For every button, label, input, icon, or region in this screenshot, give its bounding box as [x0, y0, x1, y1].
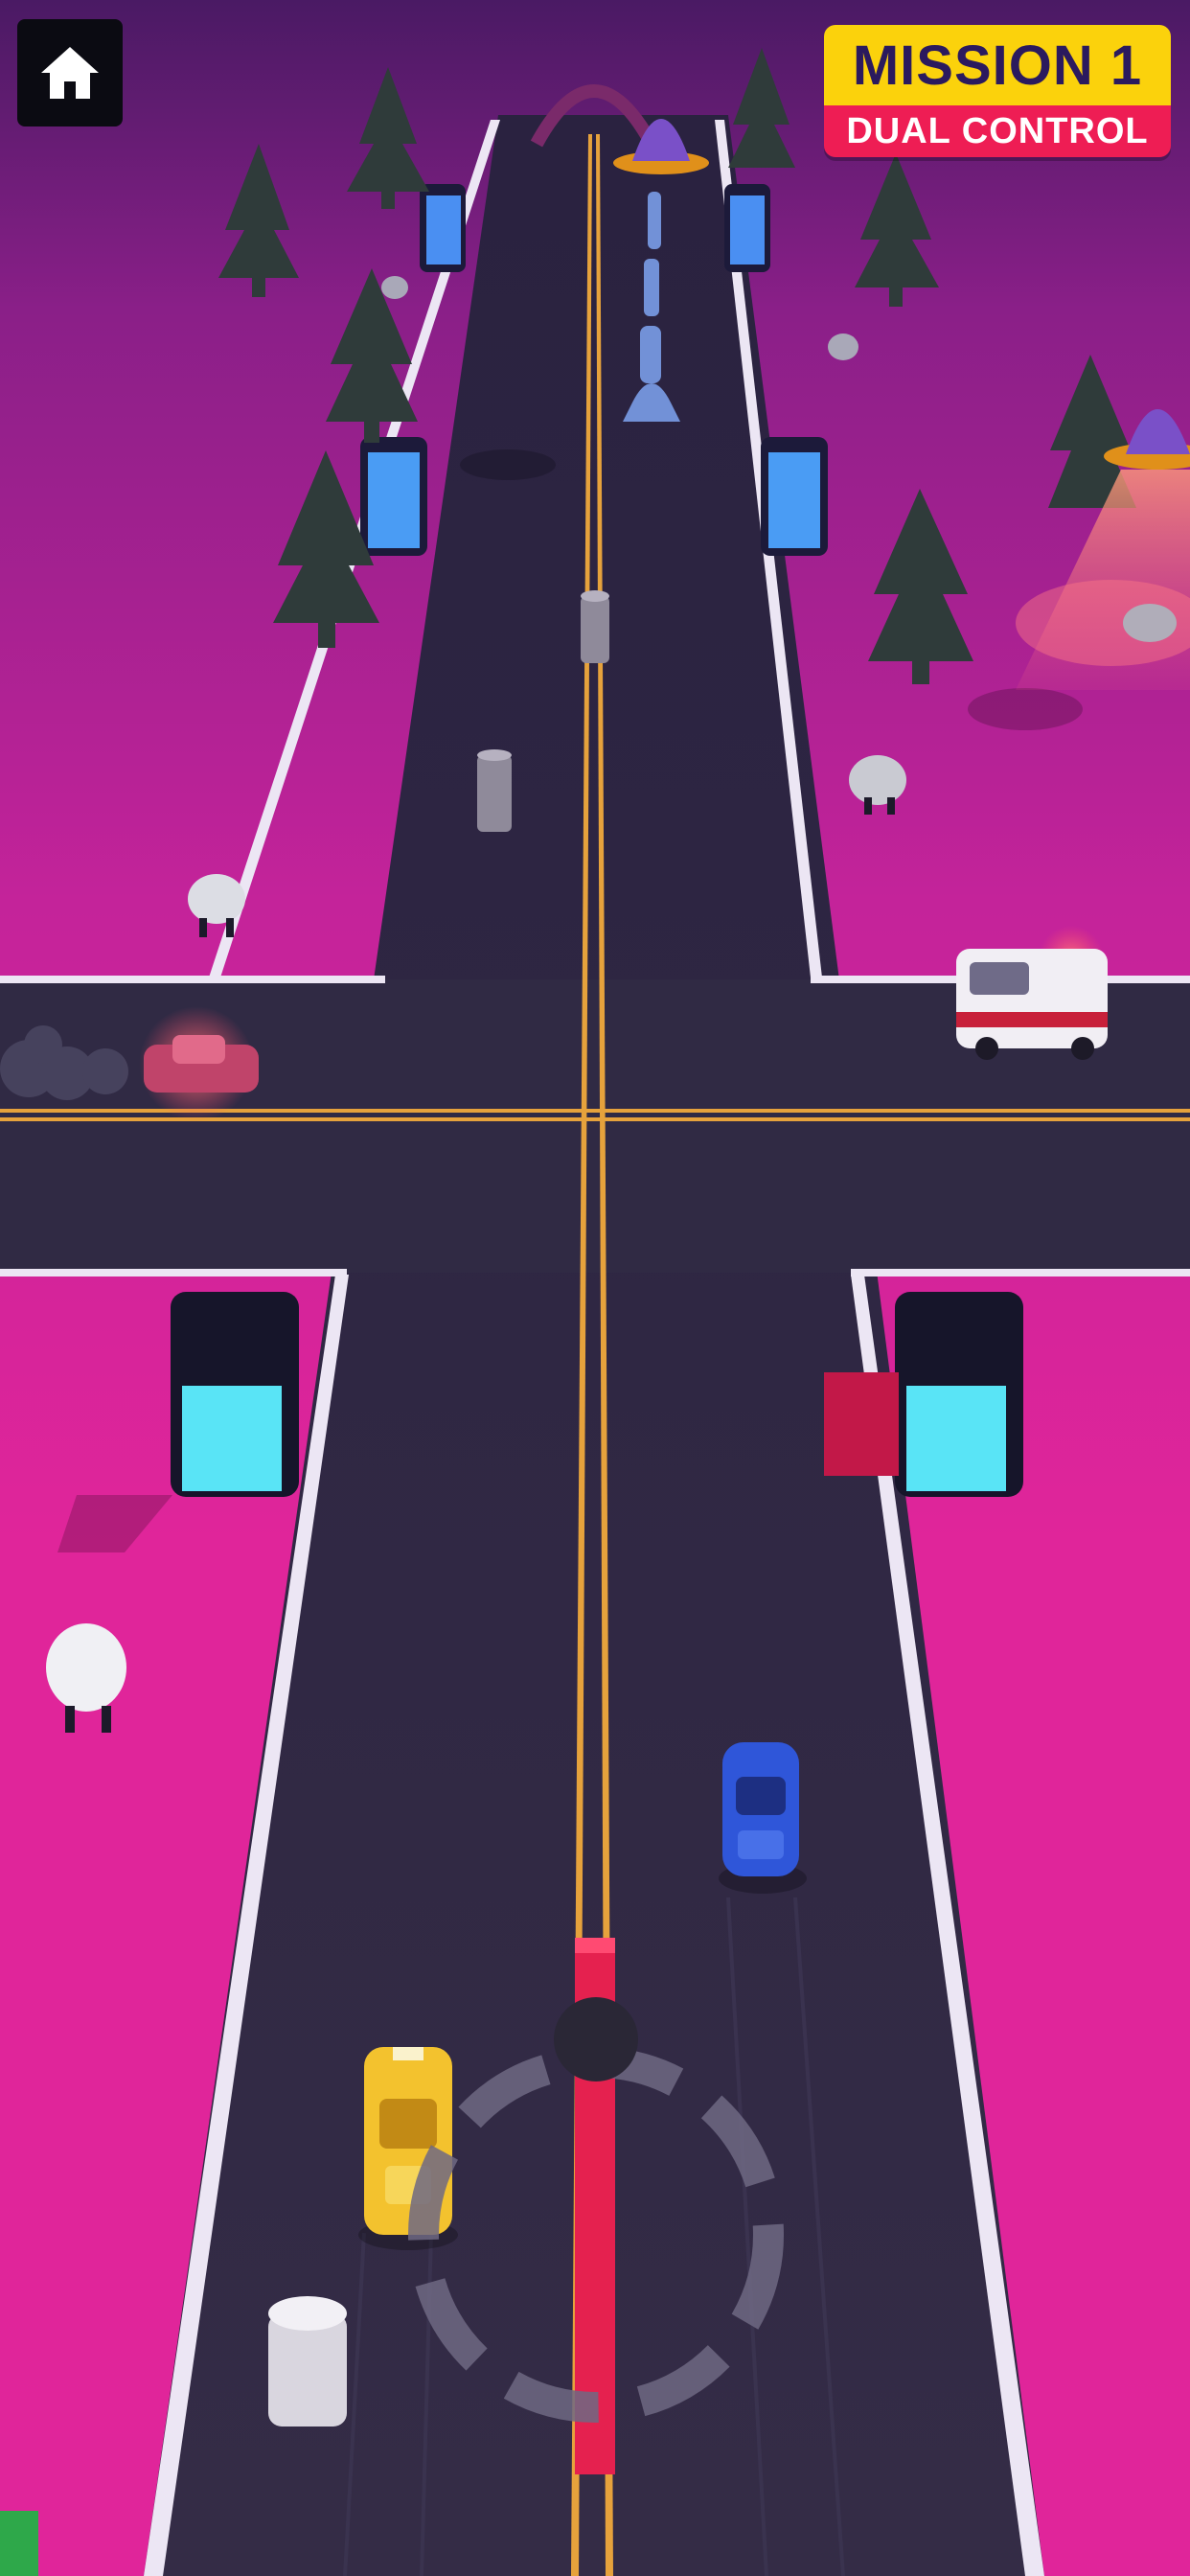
home-button[interactable]: [17, 19, 123, 126]
mission-badge: MISSION 1 DUAL CONTROL: [824, 25, 1171, 157]
game-stage[interactable]: MISSION 1 DUAL CONTROL: [0, 0, 1190, 2576]
yellow-taxi: [358, 2047, 458, 2250]
game-scene[interactable]: [0, 0, 1190, 2576]
joystick-knob[interactable]: [554, 1997, 638, 2082]
cross-curb-top-left: [0, 976, 385, 983]
mission-title: MISSION 1: [824, 25, 1171, 105]
cross-curb-bottom-right: [851, 1269, 1190, 1276]
mission-subtitle: DUAL CONTROL: [824, 105, 1171, 157]
blue-sports-car: [719, 1742, 807, 1894]
home-icon: [41, 47, 99, 99]
corner-marker: [0, 2511, 38, 2576]
cross-curb-bottom-left: [0, 1269, 347, 1276]
